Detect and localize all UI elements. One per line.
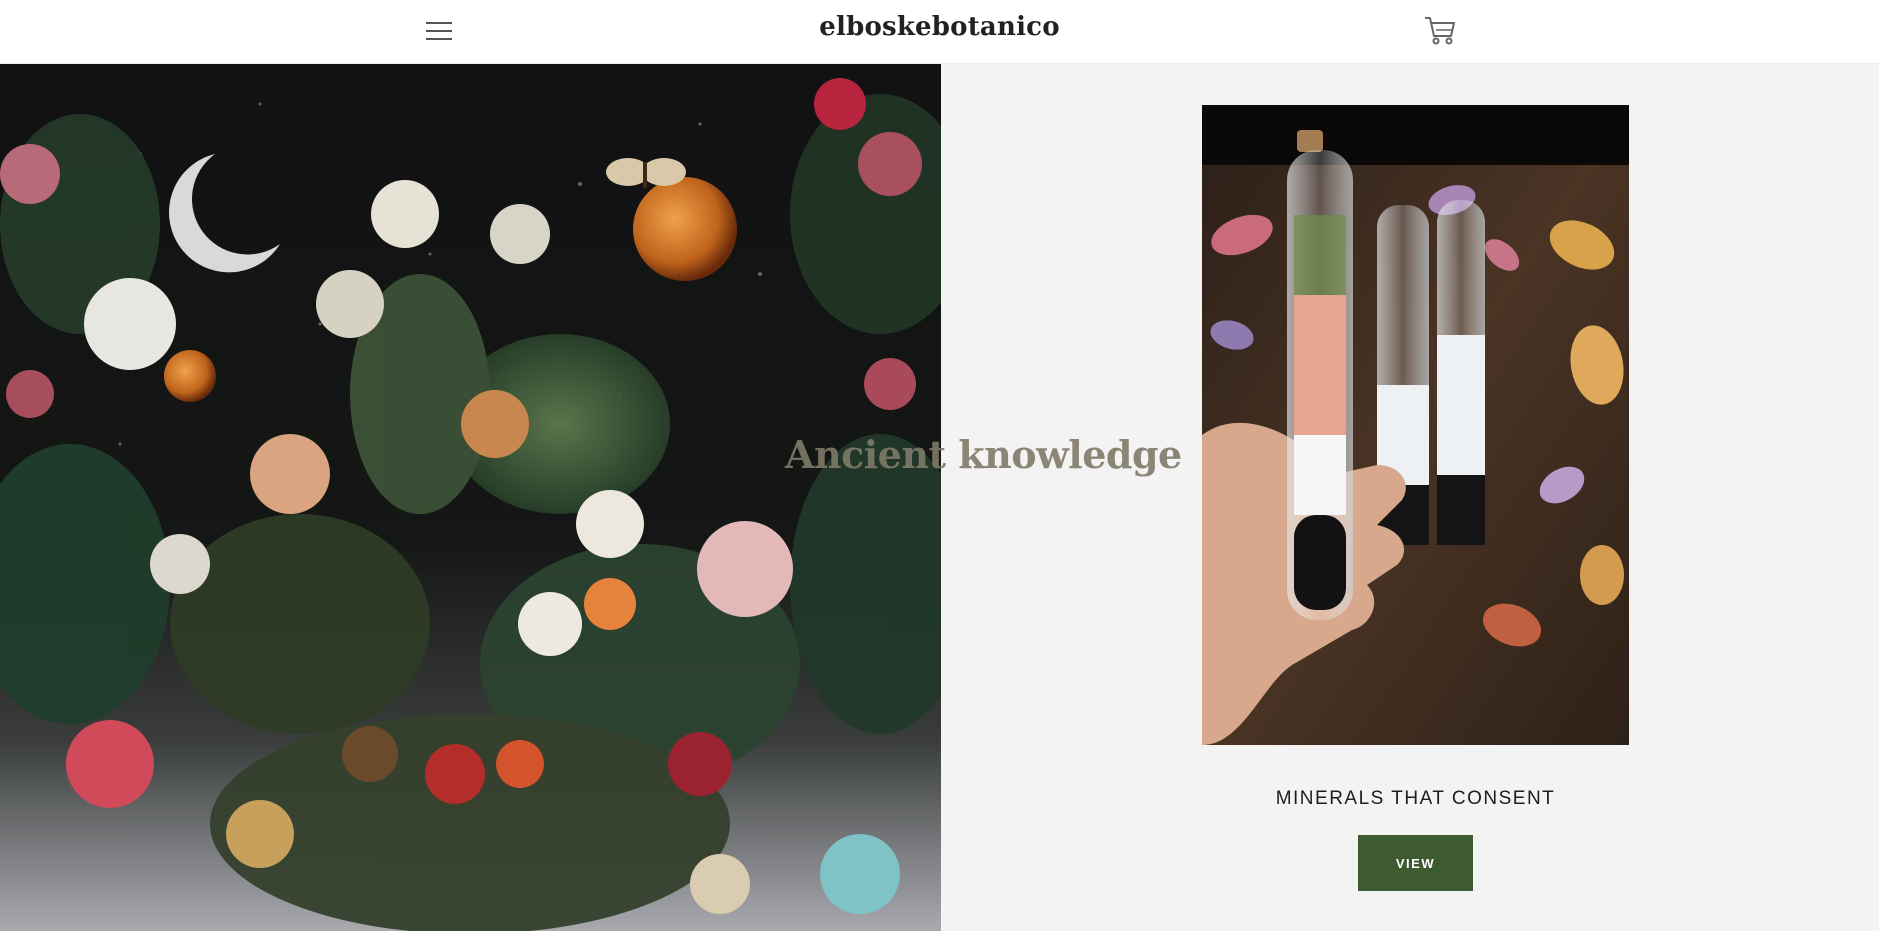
cart-button[interactable] [1420,12,1460,48]
shopping-cart-icon [1425,17,1455,45]
hero-headline: Ancient knowledge [785,432,1182,477]
brand-name-link[interactable]: elboskebotanico [819,12,1059,42]
brand-logo: elboskebotanico [0,12,1879,42]
hero-botanical-image [0,64,941,931]
view-button[interactable]: VIEW [1358,835,1473,891]
product-title: MINERALS THAT CONSENT [1275,788,1556,809]
site-header: elboskebotanico [0,0,1879,64]
product-image[interactable] [1202,105,1629,745]
